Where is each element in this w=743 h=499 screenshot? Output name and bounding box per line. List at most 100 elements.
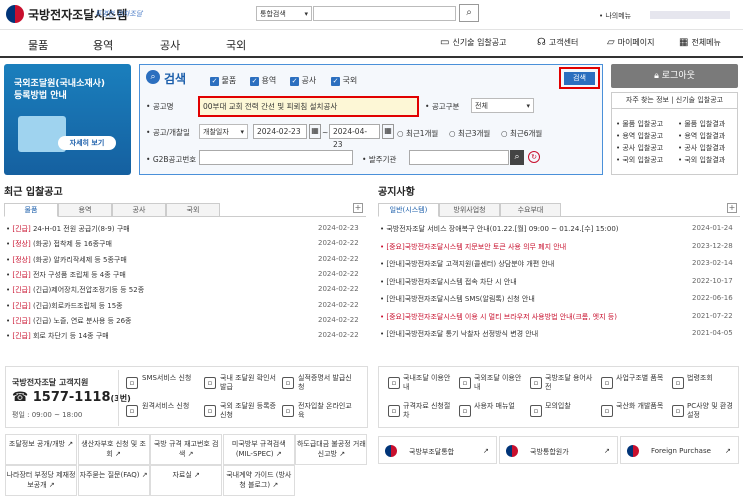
notice-row[interactable]: • [중요]국방전자조달시스템 지문보안 토큰 사용 의무 폐지 안내 (380, 242, 680, 252)
notice-row[interactable]: • [안내]국방전자조달 통기 낙찰자 선정방식 변경 안내 (380, 329, 680, 339)
related-link[interactable]: 국방 규격 재고번호 검색 ↗ (150, 434, 223, 465)
check-foreign[interactable]: ✓ 국외 (331, 75, 357, 86)
nav-item-foreign[interactable]: 국외 (226, 37, 246, 53)
nav-item-service[interactable]: 용역 (93, 37, 113, 53)
nav-item-goods[interactable]: 물품 (28, 37, 48, 53)
nav-mypage[interactable]: ▱ 마이페이지 (607, 37, 655, 48)
related-link[interactable]: 자주묻는 질문(FAQ) ↗ (77, 465, 150, 496)
bid-type-select[interactable]: 전체 (471, 98, 534, 113)
notice-row[interactable]: • [안내]국방전자조달 고객지원(콜센터) 상담분야 개편 안내 (380, 259, 680, 269)
search-button[interactable]: 검색 (564, 72, 595, 85)
quick-link[interactable]: • 공사 입찰공고 (616, 142, 663, 154)
related-link[interactable]: 미국방부 규격검색 (MIL-SPEC) ↗ (222, 434, 295, 465)
gov-link[interactable]: 국방통합원가 ↗ (499, 436, 618, 464)
tab-bids-goods[interactable]: 물품 (4, 203, 58, 217)
tab-notice-system[interactable]: 일반(시스템) (378, 203, 439, 217)
quick-link[interactable]: • 국외 입찰공고 (616, 154, 663, 166)
top-search-scope[interactable]: 통합검색 (256, 6, 312, 21)
logo-emblem-icon[interactable] (6, 5, 24, 23)
banner-detail-button[interactable]: 자세히 보기 (58, 136, 116, 150)
info-service-link[interactable]: 국내조달 이용안내 (403, 374, 455, 392)
date-from-input[interactable]: 2024-02-23 (253, 124, 307, 139)
bid-row[interactable]: • [긴급] 24-H-01 전원 공급기(8-9) 구매 (6, 224, 130, 234)
quick-link[interactable]: • 물품 입찰공고 (616, 118, 663, 130)
cs-service-link[interactable]: 실적증명서 발급신청 (298, 374, 356, 392)
info-service-link[interactable]: 사용자 매뉴얼 (474, 402, 526, 411)
bid-row[interactable]: • [정상] (화공) 접착제 등 16종구매 (6, 239, 112, 249)
info-service-link[interactable]: PC사양 및 환경설정 (687, 402, 739, 420)
notice-row[interactable]: • [중요]국방전자조달시스템 이용 시 멀티 브라우저 사용방법 안내(크롬,… (380, 312, 680, 322)
cs-service-link[interactable]: SMS서비스 신청 (142, 374, 200, 383)
gov-link[interactable]: 국방부조달통합 ↗ (378, 436, 497, 464)
date-type-select[interactable]: 개찰일자 (199, 124, 248, 139)
quick-links-header[interactable]: 자주 찾는 정보 | 신기술 입찰공고 (611, 92, 738, 109)
related-link[interactable]: 국내계약 가이드 (방사청 블로그) ↗ (222, 465, 295, 496)
quick-link[interactable]: • 용역 입찰결과 (678, 130, 725, 142)
org-search-icon[interactable]: ⌕ (510, 150, 524, 165)
cs-service-link[interactable]: 원격서비스 신청 (142, 402, 200, 411)
info-service-link[interactable]: 모의입찰 (545, 402, 597, 411)
related-link[interactable]: 생산자부호 신청 및 조회 ↗ (77, 434, 150, 465)
radio-3month[interactable]: ○ 최근3개월 (449, 128, 490, 139)
my-menu[interactable]: • 나의메뉴 (599, 11, 631, 21)
tab-notice-dapa[interactable]: 방위사업청 (439, 203, 500, 217)
date-to-input[interactable]: 2024-04-23 (329, 124, 380, 149)
quick-link[interactable]: • 용역 입찰공고 (616, 130, 663, 142)
quick-link[interactable]: • 공사 입찰결과 (678, 142, 725, 154)
related-link[interactable]: 나라장터 부정당 제재정보공개 ↗ (5, 465, 77, 496)
top-search-button[interactable]: ⌕ (459, 4, 479, 22)
check-construction[interactable]: ✓ 공사 (290, 75, 316, 86)
nav-customer-center[interactable]: ☊ 고객센터 (537, 37, 578, 48)
notice-row[interactable]: • [안내]국방전자조달시스템 접속 차단 시 안내 (380, 277, 680, 287)
notice-row-date: 2021-07-22 (692, 311, 733, 320)
radio-6month[interactable]: ○ 최근6개월 (501, 128, 542, 139)
info-service-link[interactable]: 국방조달 용어사전 (545, 374, 597, 392)
nav-new-tech-bids[interactable]: ▭ 신기술 입찰공고 (440, 37, 507, 48)
bid-row[interactable]: • [긴급] (긴급)제어장치,전압조정기등 등 52종 (6, 285, 144, 295)
bid-row[interactable]: • [긴급] (긴급)회로카드조립체 등 15종 (6, 301, 123, 311)
bid-row-date: 2024-02-22 (318, 254, 359, 263)
info-service-link[interactable]: 국산화 개발품목 (616, 402, 668, 411)
g2b-number-input[interactable] (199, 150, 353, 165)
gov-link[interactable]: Foreign Purchase ↗ (620, 436, 739, 464)
bid-name-input[interactable]: 00부대 교회 전력 간선 및 피뢰침 설치공사 (198, 96, 419, 117)
calendar-icon[interactable]: ▦ (382, 124, 394, 139)
related-link[interactable]: 자료실 ↗ (150, 465, 223, 496)
org-input[interactable] (409, 150, 509, 165)
tab-bids-service[interactable]: 용역 (58, 203, 112, 217)
tab-notice-unit[interactable]: 수요부대 (500, 203, 561, 217)
cs-phone[interactable]: ☎︎ 1577-1118(3번) (12, 390, 131, 405)
bid-row[interactable]: • [정상] (화공) 알카리작세제 등 5종구매 (6, 255, 127, 265)
doc-icon: ▫ (282, 377, 294, 389)
logout-button[interactable]: 🔒︎ 로그아웃 (611, 64, 738, 88)
promo-banner[interactable]: 국외조달원(국내소재사) 등록방법 안내 자세히 보기 (4, 64, 131, 175)
more-bids-icon[interactable]: + (353, 203, 363, 213)
notice-row[interactable]: • [안내]국방전자조달시스템 SMS(알림톡) 신청 안내 (380, 294, 680, 304)
tab-bids-construction[interactable]: 공사 (112, 203, 166, 217)
related-link[interactable]: 조달정보 공개/개방 ↗ (5, 434, 77, 465)
more-notice-icon[interactable]: + (727, 203, 737, 213)
related-link[interactable]: 하도급대금 불공정 거래 신고방 ↗ (295, 434, 368, 465)
bid-row[interactable]: • [긴급] (긴급) 노즐, 연료 분사용 등 26종 (6, 316, 132, 326)
info-service-link[interactable]: 사업구조별 품목 (616, 374, 668, 383)
info-service-link[interactable]: 국외조달 이용안내 (474, 374, 526, 392)
info-service-link[interactable]: 규격자료 신청절차 (403, 402, 455, 420)
top-search-input[interactable] (313, 6, 456, 21)
nav-all-menu[interactable]: ▦ 전체메뉴 (679, 37, 721, 48)
nav-item-construction[interactable]: 공사 (160, 37, 180, 53)
bid-row[interactable]: • [긴급] 전자 구성품 조립체 등 4종 구매 (6, 270, 126, 280)
tab-bids-foreign[interactable]: 국외 (166, 203, 220, 217)
quick-link[interactable]: • 국외 입찰결과 (678, 154, 725, 166)
check-goods[interactable]: ✓ 물품 (210, 75, 236, 86)
calendar-icon[interactable]: ▦ (309, 124, 321, 139)
cs-service-link[interactable]: 국내 조달원 확인서 발급 (220, 374, 278, 392)
bid-row[interactable]: • [긴급] 회로 차단기 등 14종 구매 (6, 331, 109, 341)
check-service[interactable]: ✓ 용역 (250, 75, 276, 86)
radio-1month[interactable]: ○ 최근1개월 (397, 128, 438, 139)
notice-row[interactable]: • 국방전자조달 서비스 장애복구 안내(01.22.[월] 09:00 ~ 0… (380, 224, 680, 234)
cs-service-link[interactable]: 전자입찰 온라인교육 (298, 402, 356, 420)
reset-icon[interactable]: ↻ (528, 151, 540, 163)
info-service-link[interactable]: 법령조회 (687, 374, 739, 383)
cs-service-link[interactable]: 국외 조달원 등록증 신청 (220, 402, 278, 420)
quick-link[interactable]: • 물품 입찰결과 (678, 118, 725, 130)
